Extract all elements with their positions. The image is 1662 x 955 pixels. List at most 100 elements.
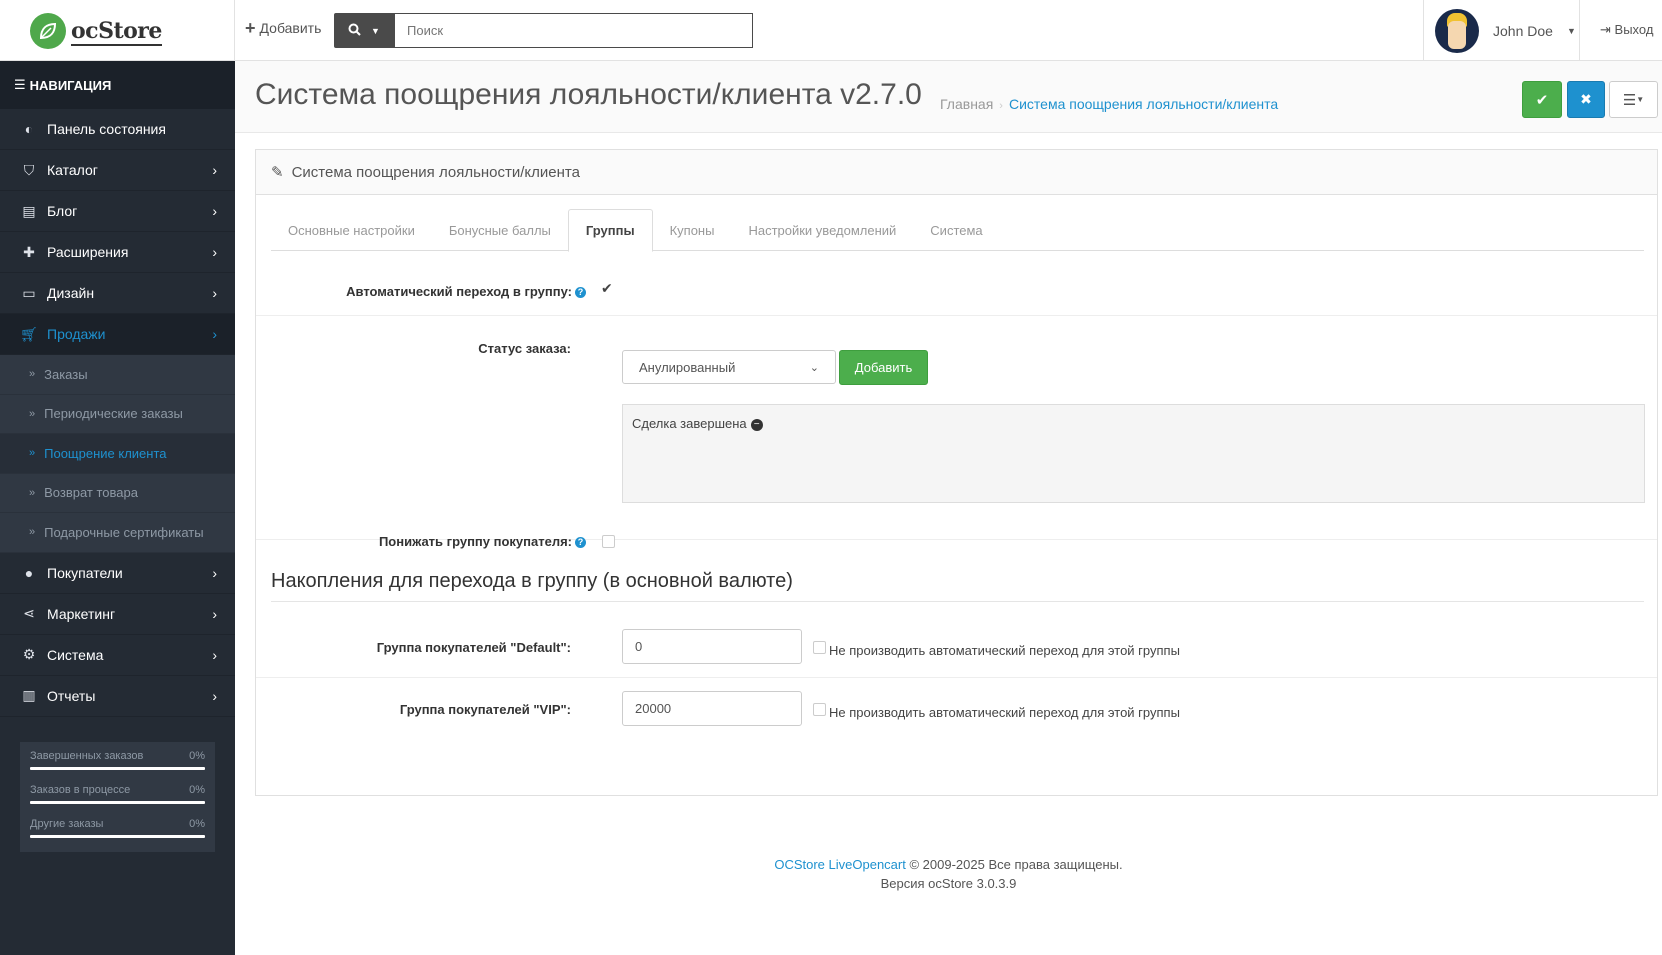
chevron-down-icon: ⌄ (809, 361, 819, 374)
sidebar-subitem-returns[interactable]: » Возврат товара (0, 474, 235, 513)
sidebar-item-catalog[interactable]: ⛉ Каталог › (0, 150, 235, 191)
chevron-right-icon: › (212, 687, 217, 704)
sales-submenu: » Заказы » Периодические заказы » Поощрение… (0, 355, 235, 553)
sidebar-item-design[interactable]: ▭ Дизайн › (0, 273, 235, 314)
puzzle-icon: ✚ (23, 243, 35, 260)
book-icon: ▤ (22, 202, 36, 219)
sidebar: ☰ НАВИГАЦИЯ ◐ Панель состояния ⛉ Каталог › ▤… (0, 61, 235, 955)
double-chevron-icon: » (29, 368, 36, 381)
caret-down-icon: ▼ (1636, 95, 1645, 104)
sidebar-item-system[interactable]: ⚙ Система › (0, 635, 235, 676)
group-vip-input[interactable]: 20000 (622, 691, 802, 726)
group-vip-check-label: Не производить автоматический переход дл… (829, 705, 1180, 720)
logo-text: ocStore (71, 17, 162, 46)
sidebar-item-customers[interactable]: ● Покупатели › (0, 553, 235, 594)
double-chevron-icon: » (29, 486, 36, 499)
user-menu[interactable]: John Doe ▼ (1423, 0, 1580, 61)
logout-link[interactable]: ⇥ Выход (1600, 22, 1653, 38)
group-default-input[interactable]: 0 (622, 629, 802, 664)
sidebar-item-dashboard[interactable]: ◐ Панель состояния (0, 109, 235, 150)
group-vip-checkbox[interactable] (813, 703, 826, 716)
order-stats: Завершенных заказов 0% Заказов в процессе… (20, 742, 215, 852)
footer: OCStore LiveOpencart © 2009-2025 Все пра… (235, 855, 1662, 893)
sidebar-subitem-vouchers[interactable]: » Подарочные сертификаты (0, 513, 235, 553)
breadcrumb-home[interactable]: Главная (940, 96, 993, 112)
help-icon[interactable]: ? (575, 537, 586, 549)
footer-link[interactable]: OCStore LiveOpencart (774, 857, 906, 872)
stat-completed: Завершенных заказов 0% (30, 750, 205, 784)
divider (256, 315, 1657, 316)
add-label: Добавить (259, 20, 322, 36)
share-icon: ⋖ (23, 605, 35, 621)
search-input[interactable] (394, 13, 753, 48)
dashboard-icon: ◐ (24, 121, 34, 137)
caret-down-icon: ▼ (1566, 25, 1576, 36)
double-chevron-icon: » (29, 526, 36, 539)
section-title: Накопления для перехода в группу (в осно… (271, 570, 793, 592)
double-chevron-icon: » (29, 447, 36, 460)
tab-general[interactable]: Основные настройки (271, 209, 432, 251)
add-status-button[interactable]: Добавить (839, 350, 928, 385)
check-icon: ✔ (1535, 91, 1549, 109)
sidebar-item-marketing[interactable]: ⋖ Маркетинг › (0, 594, 235, 635)
user-name: John Doe (1493, 22, 1553, 39)
tab-groups[interactable]: Группы (567, 209, 653, 252)
logo[interactable]: ocStore (0, 0, 235, 61)
group-default-check-label: Не производить автоматический переход дл… (829, 643, 1180, 658)
search-dropdown-button[interactable]: ▼ (334, 13, 394, 48)
tabs: Основные настройки Бонусные баллы Группы… (271, 209, 1644, 252)
footer-copyright: © 2009-2025 Все права защищены. (909, 857, 1123, 872)
chevron-right-icon: › (212, 605, 217, 622)
search-icon (348, 23, 361, 39)
progress-bar (30, 801, 205, 804)
sidebar-item-reports[interactable]: ▥ Отчеты › (0, 676, 235, 717)
double-chevron-icon: » (29, 407, 36, 420)
panel-heading: ✎ Система поощрения лояльности/клиента (256, 150, 1657, 195)
status-tag: Сделка завершена (632, 416, 747, 431)
chevron-right-icon: › (212, 244, 217, 260)
tab-system[interactable]: Система (913, 209, 999, 251)
breadcrumb: Главная › Система поощрения лояльности/кли… (940, 96, 1279, 112)
user-icon: ● (24, 564, 34, 581)
group-default-label: Группа покупателей "Default": (376, 640, 571, 655)
help-icon[interactable]: ? (575, 287, 586, 299)
sign-out-icon: ⇥ (1600, 22, 1611, 37)
chevron-right-icon: › (212, 162, 217, 178)
tab-bonus-points[interactable]: Бонусные баллы (432, 209, 568, 251)
sidebar-item-blog[interactable]: ▤ Блог › (0, 191, 235, 232)
add-button[interactable]: + Добавить (245, 19, 322, 37)
breadcrumb-current[interactable]: Система поощрения лояльности/клиента (1009, 96, 1278, 112)
auto-transition-label: Автоматический переход в группу:? (256, 284, 586, 299)
sidebar-subitem-loyalty[interactable]: » Поощрение клиента (0, 434, 235, 474)
menu-dropdown-button[interactable]: ☰ ▼ (1609, 81, 1658, 118)
footer-version: Версия ocStore 3.0.3.9 (880, 876, 1017, 891)
demote-checkbox[interactable] (602, 535, 615, 548)
remove-icon[interactable]: − (750, 418, 763, 431)
status-list: Сделка завершена − (622, 404, 1645, 503)
stat-other: Другие заказы 0% (30, 818, 205, 852)
order-status-select[interactable]: Анулированный ⌄ (622, 350, 836, 384)
tab-notifications[interactable]: Настройки уведомлений (731, 209, 913, 251)
group-default-checkbox[interactable] (813, 641, 826, 654)
chevron-right-icon: › (212, 564, 217, 581)
sidebar-item-extensions[interactable]: ✚ Расширения › (0, 232, 235, 273)
progress-bar (30, 767, 205, 770)
save-button[interactable]: ✔ (1522, 81, 1562, 118)
avatar (1435, 8, 1479, 53)
panel-title: Система поощрения лояльности/клиента (291, 163, 580, 181)
chevron-right-icon: › (212, 285, 217, 301)
sidebar-subitem-recurring[interactable]: » Периодические заказы (0, 395, 235, 434)
bars-icon: ☰ (1622, 91, 1637, 109)
sidebar-item-sales[interactable]: 🛒︎ Продажи › (0, 314, 235, 355)
stat-processing: Заказов в процессе 0% (30, 784, 205, 818)
tags-icon: ⛉ (23, 161, 35, 178)
gear-icon: ⚙ (22, 646, 36, 662)
cancel-button[interactable]: ✖ (1567, 81, 1605, 118)
progress-bar (30, 835, 205, 838)
group-vip-label: Группа покупателей "VIP": (399, 702, 571, 717)
monitor-icon: ▭ (22, 284, 36, 301)
auto-transition-checkbox[interactable]: ✔ (601, 281, 615, 295)
select-value: Анулированный (639, 359, 736, 375)
tab-coupons[interactable]: Купоны (653, 209, 732, 251)
sidebar-subitem-orders[interactable]: » Заказы (0, 355, 235, 395)
